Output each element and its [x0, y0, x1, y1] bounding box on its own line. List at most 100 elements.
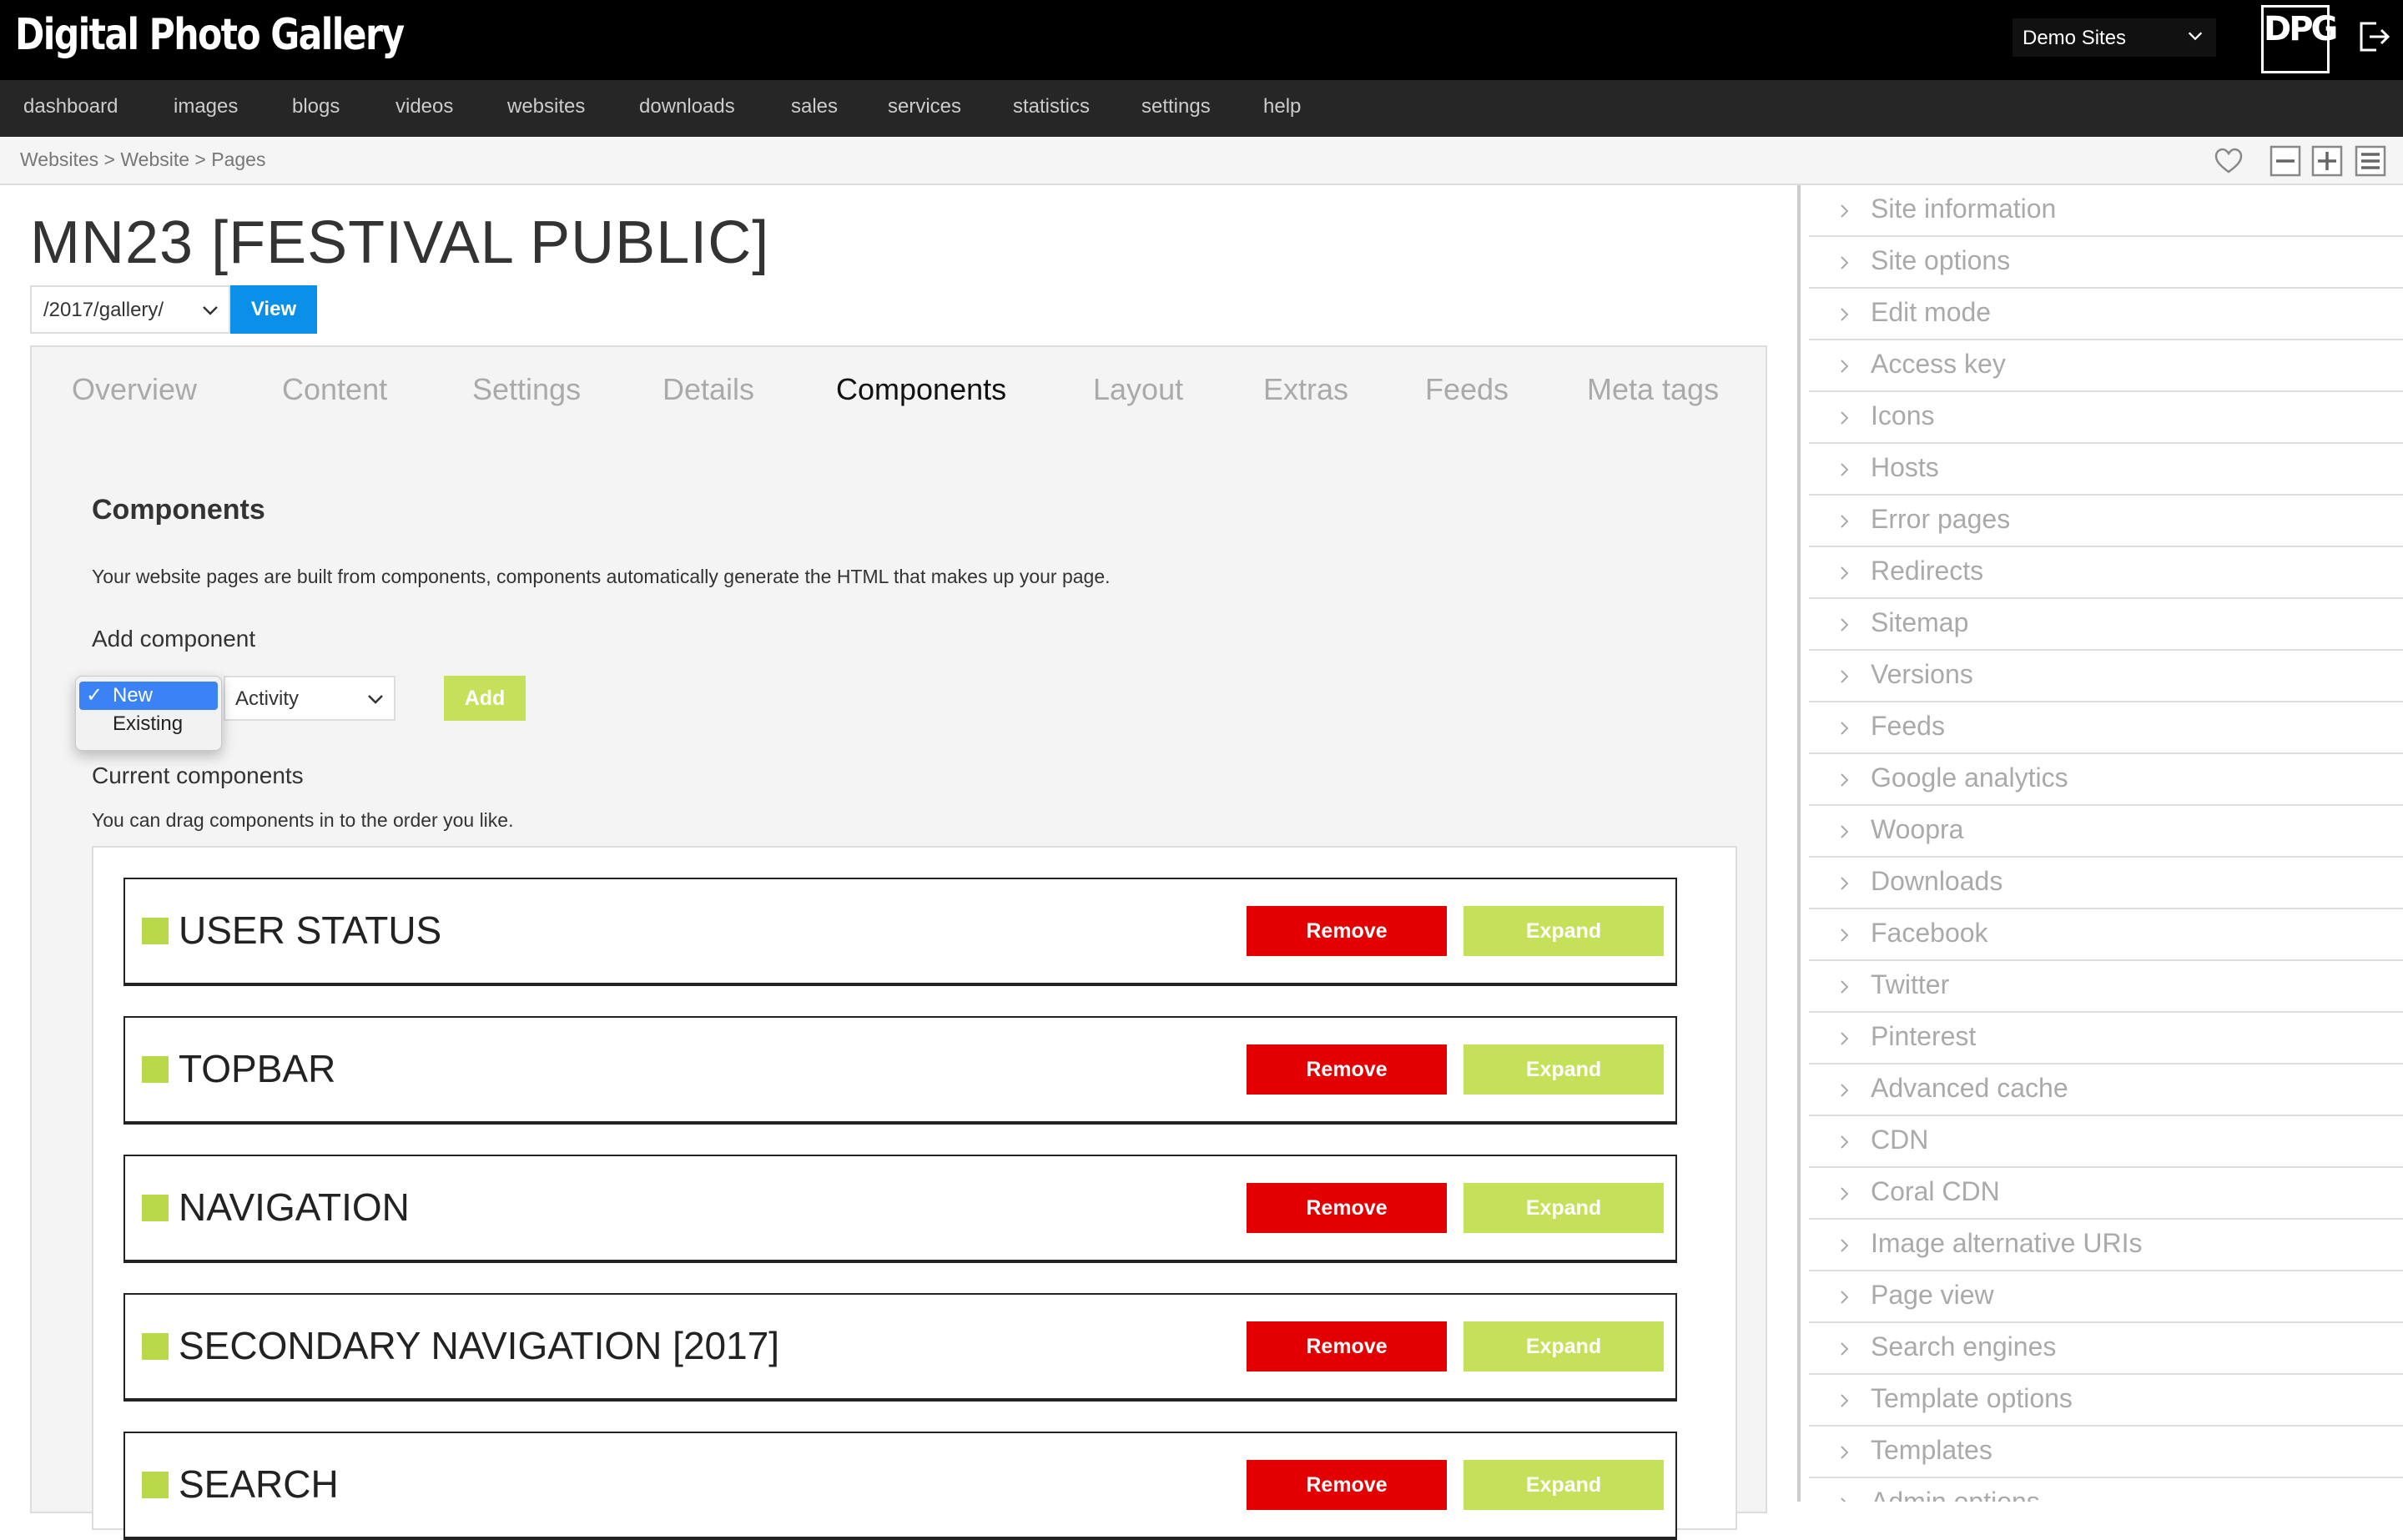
- sidebar-item-search-engines[interactable]: Search engines: [1809, 1323, 2403, 1375]
- nav-item-dashboard[interactable]: dashboard: [23, 95, 118, 118]
- sidebar-item-image-alternative-uris[interactable]: Image alternative URIs: [1809, 1220, 2403, 1271]
- tab-layout[interactable]: Layout: [1093, 372, 1183, 407]
- tab-settings[interactable]: Settings: [472, 372, 581, 407]
- sidebar-item-templates[interactable]: Templates: [1809, 1427, 2403, 1478]
- nav-item-help[interactable]: help: [1263, 95, 1301, 118]
- nav-item-statistics[interactable]: statistics: [1013, 95, 1090, 118]
- sidebar-item-admin-options[interactable]: Admin options: [1809, 1478, 2403, 1502]
- remove-button[interactable]: Remove: [1247, 1321, 1447, 1371]
- sidebar-item-facebook[interactable]: Facebook: [1809, 909, 2403, 961]
- sidebar-item-label: Site information: [1871, 194, 2057, 224]
- chevron-right-icon: [1841, 773, 1849, 787]
- chevron-right-icon: [1841, 566, 1849, 580]
- sidebar-item-icons[interactable]: Icons: [1809, 392, 2403, 444]
- sidebar-item-pinterest[interactable]: Pinterest: [1809, 1013, 2403, 1064]
- top-bar: Digital Photo Gallery Demo Sites DPG: [0, 0, 2403, 80]
- mode-option-existing[interactable]: Existing: [79, 710, 218, 738]
- sidebar-item-site-information[interactable]: Site information: [1809, 185, 2403, 237]
- breadcrumb[interactable]: Websites > Website > Pages: [20, 148, 265, 171]
- sidebar-item-label: Advanced cache: [1871, 1073, 2068, 1103]
- site-select[interactable]: Demo Sites: [2013, 18, 2216, 57]
- nav-item-settings[interactable]: settings: [1141, 95, 1211, 118]
- chevron-right-icon: [1841, 256, 1849, 269]
- heart-icon[interactable]: [2213, 145, 2244, 177]
- component-type-select[interactable]: Activity: [224, 676, 395, 721]
- sidebar-item-advanced-cache[interactable]: Advanced cache: [1809, 1064, 2403, 1116]
- sidebar-item-google-analytics[interactable]: Google analytics: [1809, 754, 2403, 806]
- nav-item-websites[interactable]: websites: [507, 95, 585, 118]
- sidebar-item-versions[interactable]: Versions: [1809, 651, 2403, 702]
- add-button[interactable]: Add: [444, 676, 526, 721]
- app-logo[interactable]: Digital Photo Gallery: [15, 10, 405, 60]
- sidebar-item-label: Woopra: [1871, 814, 1964, 844]
- remove-button[interactable]: Remove: [1247, 1044, 1447, 1095]
- chevron-right-icon: [1841, 1032, 1849, 1045]
- expand-button[interactable]: Expand: [1463, 1044, 1664, 1095]
- component-status-square: [142, 1333, 169, 1360]
- component-row[interactable]: NAVIGATION Remove Expand: [123, 1155, 1677, 1263]
- remove-button[interactable]: Remove: [1247, 906, 1447, 956]
- sidebar-item-coral-cdn[interactable]: Coral CDN: [1809, 1168, 2403, 1220]
- path-select[interactable]: /2017/gallery/: [30, 285, 230, 334]
- sidebar-item-edit-mode[interactable]: Edit mode: [1809, 289, 2403, 340]
- tab-feeds[interactable]: Feeds: [1425, 372, 1509, 407]
- remove-button[interactable]: Remove: [1247, 1460, 1447, 1510]
- components-list: USER STATUS Remove Expand TOPBAR Remove …: [92, 846, 1737, 1540]
- sidebar-item-redirects[interactable]: Redirects: [1809, 547, 2403, 599]
- component-row[interactable]: TOPBAR Remove Expand: [123, 1016, 1677, 1125]
- plus-icon[interactable]: [2311, 145, 2343, 177]
- expand-button[interactable]: Expand: [1463, 1460, 1664, 1510]
- component-type-value: Activity: [235, 687, 300, 710]
- component-status-square: [142, 918, 169, 944]
- sidebar-item-feeds[interactable]: Feeds: [1809, 702, 2403, 754]
- sidebar-item-label: Twitter: [1871, 969, 1950, 999]
- nav-item-sales[interactable]: sales: [791, 95, 838, 118]
- nav-item-images[interactable]: images: [174, 95, 238, 118]
- remove-button[interactable]: Remove: [1247, 1183, 1447, 1233]
- view-button[interactable]: View: [230, 285, 317, 334]
- settings-sidebar: Site information Site options Edit mode Acc…: [1797, 185, 2403, 1502]
- nav-item-downloads[interactable]: downloads: [639, 95, 735, 118]
- sidebar-item-error-pages[interactable]: Error pages: [1809, 496, 2403, 547]
- sidebar-item-woopra[interactable]: Woopra: [1809, 806, 2403, 858]
- chevron-right-icon: [1841, 929, 1849, 942]
- component-row[interactable]: SEARCH Remove Expand: [123, 1432, 1677, 1540]
- tab-components[interactable]: Components: [836, 372, 1006, 407]
- sidebar-item-template-options[interactable]: Template options: [1809, 1375, 2403, 1427]
- minus-icon[interactable]: [2270, 145, 2301, 177]
- sidebar-item-site-options[interactable]: Site options: [1809, 237, 2403, 289]
- sidebar-item-cdn[interactable]: CDN: [1809, 1116, 2403, 1168]
- chevron-down-icon: [368, 695, 383, 704]
- tab-overview[interactable]: Overview: [72, 372, 197, 407]
- tab-details[interactable]: Details: [662, 372, 754, 407]
- nav-item-videos[interactable]: videos: [395, 95, 453, 118]
- path-select-value: /2017/gallery/: [43, 299, 164, 321]
- sidebar-item-page-view[interactable]: Page view: [1809, 1271, 2403, 1323]
- nav-item-services[interactable]: services: [888, 95, 961, 118]
- sidebar-item-sitemap[interactable]: Sitemap: [1809, 599, 2403, 651]
- chevron-right-icon: [1841, 1446, 1849, 1459]
- chevron-right-icon: [1841, 618, 1849, 632]
- expand-button[interactable]: Expand: [1463, 1321, 1664, 1371]
- expand-button[interactable]: Expand: [1463, 906, 1664, 956]
- component-name: NAVIGATION: [179, 1185, 410, 1229]
- tab-meta-tags[interactable]: Meta tags: [1587, 372, 1719, 407]
- logout-icon[interactable]: [2355, 18, 2391, 55]
- chevron-right-icon: [1841, 670, 1849, 683]
- tab-extras[interactable]: Extras: [1263, 372, 1348, 407]
- breadcrumb-bar: Websites > Website > Pages: [0, 137, 2403, 185]
- expand-button[interactable]: Expand: [1463, 1183, 1664, 1233]
- mode-dropdown-popup: ✓ New Existing: [75, 676, 222, 751]
- sidebar-item-twitter[interactable]: Twitter: [1809, 961, 2403, 1013]
- sidebar-item-label: Template options: [1871, 1383, 2073, 1413]
- tab-content[interactable]: Content: [282, 372, 387, 407]
- sidebar-item-downloads[interactable]: Downloads: [1809, 858, 2403, 909]
- component-row[interactable]: USER STATUS Remove Expand: [123, 878, 1677, 986]
- nav-item-blogs[interactable]: blogs: [292, 95, 340, 118]
- sidebar-item-access-key[interactable]: Access key: [1809, 340, 2403, 392]
- component-row[interactable]: SECONDARY NAVIGATION [2017] Remove Expan…: [123, 1293, 1677, 1402]
- sidebar-item-label: Downloads: [1871, 866, 2003, 896]
- mode-option-new[interactable]: ✓ New: [79, 682, 218, 710]
- menu-icon[interactable]: [2355, 145, 2386, 177]
- sidebar-item-hosts[interactable]: Hosts: [1809, 444, 2403, 496]
